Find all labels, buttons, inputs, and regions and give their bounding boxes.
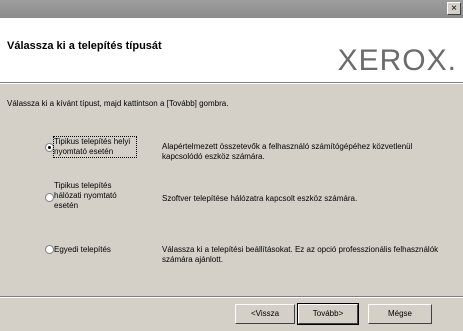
page-title: Válassza ki a telepítés típusát [7,40,162,52]
option-desc-typical-local: Alapértelmezett összetevők a felhasználó… [162,142,413,161]
option-label-custom[interactable]: Egyedi telepítés [54,245,136,255]
close-icon[interactable]: × [447,2,461,15]
header-panel: Válassza ki a telepítés típusát XEROX. [0,18,463,82]
radio-typical-local[interactable] [45,143,54,152]
radio-custom[interactable] [45,245,54,254]
footer-divider [0,296,463,298]
xerox-logo: XEROX. [337,44,457,77]
next-button[interactable]: Tovább> [297,303,359,325]
option-label-typical-local[interactable]: Tipikus telepítés helyi nyomtató esetén [53,136,137,158]
option-desc-custom: Válassza ki a telepítési beállításokat. … [162,245,439,264]
header-divider [0,82,463,84]
cancel-button[interactable]: Mégse [368,304,432,324]
option-label-typical-network[interactable]: Tipikus telepítés hálózati nyomtató eset… [54,181,136,211]
option-desc-typical-network: Szoftver telepítése hálózatra kapcsolt e… [162,194,358,203]
radio-typical-network[interactable] [45,193,54,202]
instruction-text: Válassza ki a kívánt típust, majd kattin… [7,99,229,108]
back-button[interactable]: <Vissza [235,304,295,324]
title-bar: × [0,0,463,18]
